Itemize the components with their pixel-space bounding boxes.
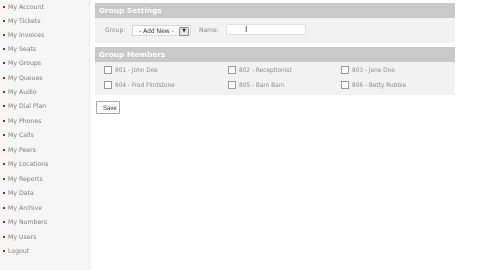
sidebar-item-label: My Tickets [8, 18, 41, 25]
sidebar-item-label: My Audio [8, 89, 37, 96]
sidebar-item-logout[interactable]: Logout [3, 246, 29, 257]
name-input[interactable] [226, 24, 306, 35]
member-label: 803 - Jane Doe [352, 68, 395, 74]
sidebar-item-reports[interactable]: My Reports [3, 174, 43, 185]
sidebar-item-label: My Data [8, 190, 34, 197]
bullet-icon [3, 90, 5, 93]
sidebar-item-calls[interactable]: My Calls [3, 130, 34, 141]
sidebar-item-invoices[interactable]: My Invoices [3, 30, 44, 41]
sidebar-item-label: My Queues [8, 75, 43, 82]
bullet-icon [3, 206, 5, 209]
sidebar-item-label: My Peers [8, 147, 36, 154]
sidebar: My Account My Tickets My Invoices My Sea… [0, 0, 90, 270]
sidebar-item-phones[interactable]: My Phones [3, 116, 41, 127]
group-select[interactable]: - Add New - ▼ [132, 25, 191, 36]
sidebar-item-audio[interactable]: My Audio [3, 87, 37, 98]
member-label: 806 - Betty Rubble [352, 83, 407, 89]
group-label: Group: [105, 27, 126, 34]
member-label: 801 - John Doe [115, 68, 158, 74]
save-button[interactable]: Save [96, 101, 120, 114]
sidebar-item-label: My Phones [8, 118, 42, 125]
name-label: Name: [199, 27, 219, 34]
bullet-icon [3, 33, 5, 36]
sidebar-item-label: My Account [8, 4, 44, 11]
sidebar-item-groups[interactable]: My Groups [3, 58, 41, 69]
bullet-icon [3, 76, 5, 79]
bullet-icon [3, 249, 5, 252]
bullet-icon [3, 133, 5, 136]
sidebar-item-archive[interactable]: My Archive [3, 203, 42, 214]
bullet-icon [3, 162, 5, 165]
sidebar-item-dial-plan[interactable]: My Dial Plan [3, 101, 46, 112]
sidebar-item-numbers[interactable]: My Numbers [3, 217, 47, 228]
bullet-icon [3, 119, 5, 122]
text-cursor-icon: I [245, 25, 248, 34]
bullet-icon [3, 104, 5, 107]
member-label: 804 - Fred Flintstone [115, 83, 175, 89]
sidebar-item-label: My Invoices [8, 32, 45, 39]
checkbox[interactable] [104, 81, 112, 89]
bullet-icon [3, 191, 5, 194]
sidebar-item-label: My Dial Plan [8, 103, 47, 110]
sidebar-item-label: My Seats [8, 46, 37, 53]
sidebar-item-label: Logout [8, 248, 30, 255]
bullet-icon [3, 177, 5, 180]
group-select-value: - Add New - [139, 28, 174, 35]
bullet-icon [3, 47, 5, 50]
group-members-panel: Group Members 801 - John Doe 802 - Recep… [95, 47, 455, 95]
group-settings-panel: Group Settings Group: - Add New - ▼ Name… [95, 3, 455, 43]
sidebar-item-label: My Users [8, 234, 37, 241]
member-checkbox-802[interactable]: 802 - Receptionist [228, 66, 292, 76]
bullet-icon [3, 235, 5, 238]
sidebar-item-label: My Numbers [8, 219, 48, 226]
checkbox[interactable] [104, 66, 112, 74]
bullet-icon [3, 19, 5, 22]
bullet-icon [3, 5, 5, 8]
bullet-icon [3, 148, 5, 151]
member-label: 805 - Barn Barn [239, 83, 285, 89]
group-settings-header: Group Settings [95, 3, 455, 18]
sidebar-item-users[interactable]: My Users [3, 232, 36, 243]
chevron-down-icon[interactable]: ▼ [179, 27, 189, 36]
sidebar-item-peers[interactable]: My Peers [3, 145, 36, 156]
sidebar-item-label: My Locations [8, 161, 49, 168]
group-members-header: Group Members [95, 47, 455, 62]
sidebar-item-locations[interactable]: My Locations [3, 159, 48, 170]
bullet-icon [3, 220, 5, 223]
sidebar-item-data[interactable]: My Data [3, 188, 34, 199]
member-checkbox-801[interactable]: 801 - John Doe [104, 66, 158, 76]
sidebar-item-seats[interactable]: My Seats [3, 44, 36, 55]
sidebar-item-label: My Calls [8, 132, 34, 139]
member-checkbox-804[interactable]: 804 - Fred Flintstone [104, 81, 175, 91]
checkbox[interactable] [341, 81, 349, 89]
checkbox[interactable] [228, 66, 236, 74]
sidebar-item-queues[interactable]: My Queues [3, 73, 43, 84]
member-checkbox-805[interactable]: 805 - Barn Barn [228, 81, 285, 91]
bullet-icon [3, 61, 5, 64]
member-label: 802 - Receptionist [239, 68, 292, 74]
sidebar-item-label: My Archive [8, 205, 43, 212]
sidebar-item-label: My Groups [8, 60, 42, 67]
checkbox[interactable] [228, 81, 236, 89]
sidebar-item-account[interactable]: My Account [3, 2, 44, 13]
member-checkbox-803[interactable]: 803 - Jane Doe [341, 66, 395, 76]
checkbox[interactable] [341, 66, 349, 74]
member-checkbox-806[interactable]: 806 - Betty Rubble [341, 81, 407, 91]
sidebar-item-tickets[interactable]: My Tickets [3, 16, 41, 27]
sidebar-item-label: My Reports [8, 176, 43, 183]
